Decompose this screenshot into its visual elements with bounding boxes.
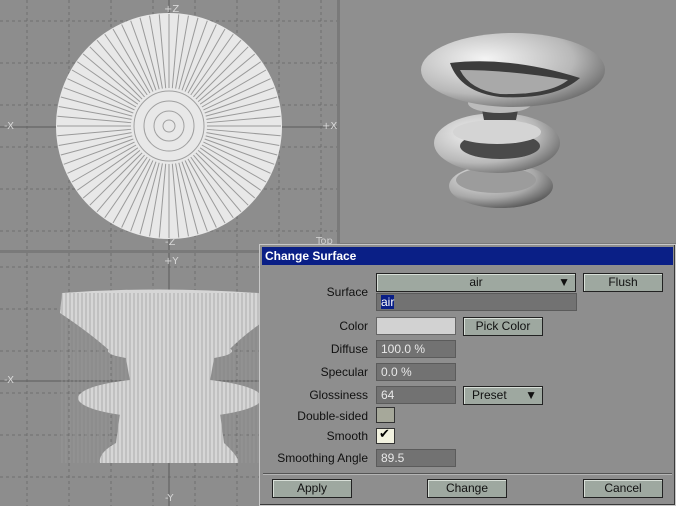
flush-button[interactable]: Flush <box>583 273 663 292</box>
double-sided-label: Double-sided <box>297 409 368 423</box>
surface-name-field[interactable]: air <box>376 293 577 311</box>
dialog-title: Change Surface <box>265 249 357 263</box>
color-swatch[interactable] <box>376 317 456 335</box>
axis-minus-x-label-front: -X <box>4 375 14 386</box>
apply-button[interactable]: Apply <box>272 479 352 498</box>
front-viewport-canvas <box>0 253 259 506</box>
color-label: Color <box>339 319 368 333</box>
smooth-label: Smooth <box>326 429 368 443</box>
dialog-title-bar[interactable]: Change Surface <box>262 247 673 265</box>
change-button[interactable]: Change <box>427 479 507 498</box>
glossiness-field[interactable]: 64 <box>376 386 456 404</box>
dialog-separator <box>263 473 672 475</box>
axis-minus-x-label: -X <box>4 121 14 132</box>
diffuse-field[interactable]: 100.0 % <box>376 340 456 358</box>
smoothing-angle-label: Smoothing Angle <box>277 451 368 465</box>
axis-minus-y-label: -Y <box>165 493 174 504</box>
front-viewport[interactable]: +Y -Y -X <box>0 253 259 506</box>
top-viewport[interactable]: +Z -Z -X +X Top <box>0 0 337 250</box>
axis-minus-z-label: -Z <box>165 237 176 248</box>
smoothing-angle-field[interactable]: 89.5 <box>376 449 456 467</box>
axis-plus-y-label: +Y <box>164 256 179 267</box>
axis-plus-z-label: +Z <box>164 4 180 15</box>
change-surface-dialog: Change Surface Surface air ▼ Flush air C… <box>259 244 676 506</box>
dropdown-arrow-icon: ▼ <box>525 388 537 402</box>
preset-select[interactable]: Preset ▼ <box>463 386 543 405</box>
specular-field[interactable]: 0.0 % <box>376 363 456 381</box>
axis-plus-x-label: +X <box>322 121 337 132</box>
glossiness-label: Glossiness <box>309 388 368 402</box>
perspective-viewport[interactable] <box>340 0 676 243</box>
surface-name-selected: air <box>381 295 395 309</box>
pick-color-button[interactable]: Pick Color <box>463 317 543 336</box>
dropdown-arrow-icon: ▼ <box>558 275 570 289</box>
smooth-checkbox[interactable]: ✔ <box>376 427 395 444</box>
surface-label: Surface <box>326 285 368 299</box>
surface-select[interactable]: air ▼ <box>376 273 576 292</box>
double-sided-checkbox[interactable] <box>376 407 395 423</box>
surface-select-value: air <box>469 275 483 289</box>
perspective-canvas <box>421 33 605 208</box>
diffuse-label: Diffuse <box>330 342 368 356</box>
specular-label: Specular <box>320 365 368 379</box>
cancel-button[interactable]: Cancel <box>583 479 663 498</box>
preset-select-value: Preset <box>472 388 507 402</box>
check-icon: ✔ <box>379 427 390 442</box>
top-viewport-canvas <box>0 0 337 250</box>
